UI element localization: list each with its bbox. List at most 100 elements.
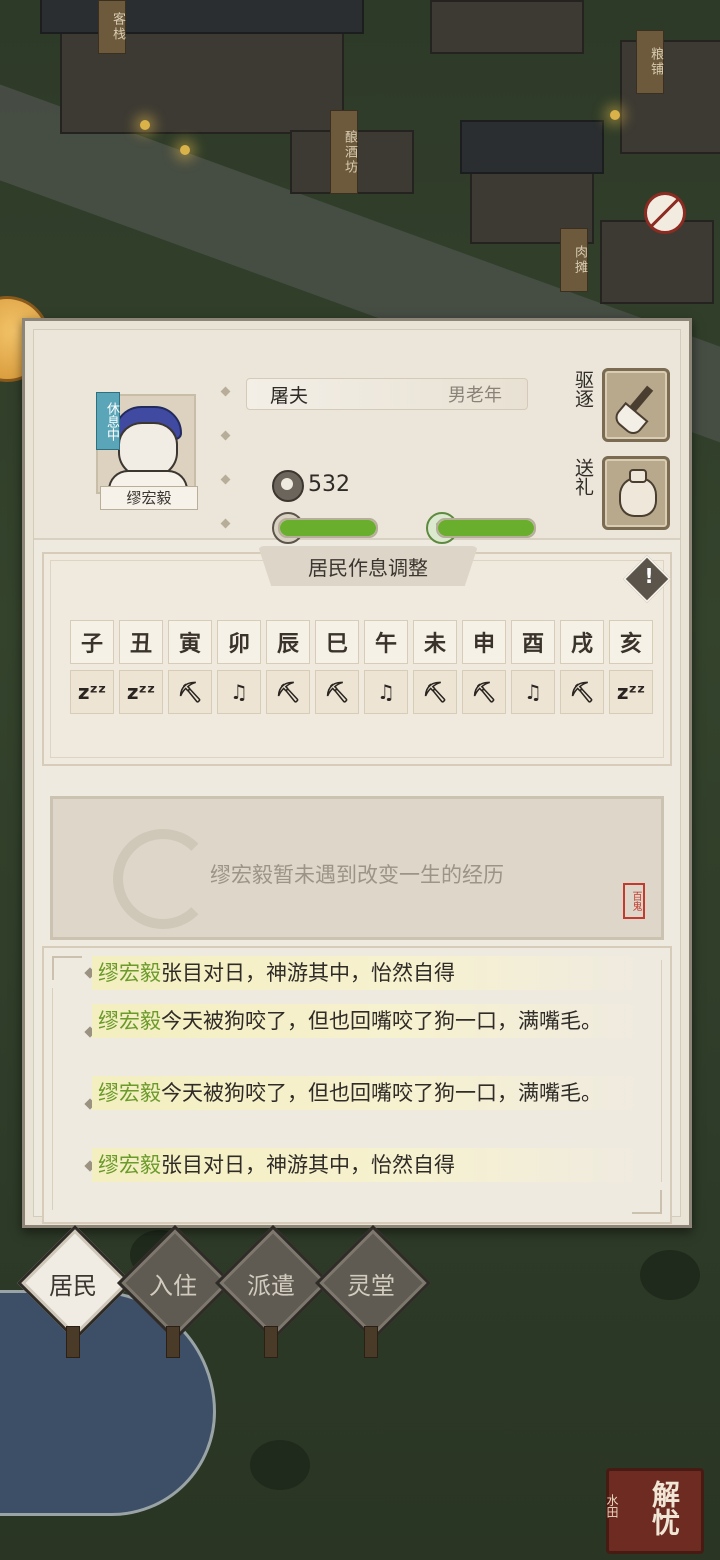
work-icon: ⛏ xyxy=(569,680,595,704)
activity-cell[interactable]: ♫ xyxy=(217,670,261,714)
hour-cell: 丑 xyxy=(119,620,163,664)
leisure-icon: ♫ xyxy=(524,680,542,704)
resident-panel: 休息中 缪宏毅 屠夫 男老年 532 ♥ ❦ 驱逐 送 xyxy=(22,318,692,1228)
hour-cell: 亥 xyxy=(609,620,653,664)
work-icon: ⛏ xyxy=(177,680,203,704)
map-tree xyxy=(250,1440,310,1490)
activity-cell[interactable]: ⛏ xyxy=(266,670,310,714)
row-bullet xyxy=(220,474,231,485)
log-entry: 缪宏毅张目对日，神游其中，怡然自得 xyxy=(92,956,644,990)
panel-inner: 休息中 缪宏毅 屠夫 男老年 532 ♥ ❦ 驱逐 送 xyxy=(33,329,681,1224)
work-icon: ⛏ xyxy=(422,680,448,704)
hour-cell: 酉 xyxy=(511,620,555,664)
hour-cell: 辰 xyxy=(266,620,310,664)
log-entry-name: 缪宏毅 xyxy=(98,1153,161,1177)
map-lantern xyxy=(140,120,150,130)
schedule-title: 居民作息调整 xyxy=(308,556,428,580)
hour-cell: 子 xyxy=(70,620,114,664)
tab-residents-label: 居民 xyxy=(49,1272,97,1300)
log-entry: 缪宏毅今天被狗咬了，但也回嘴咬了狗一口，满嘴毛。 xyxy=(92,1076,644,1110)
hour-label: 未 xyxy=(423,632,446,657)
gift-sack-icon xyxy=(619,477,657,517)
sleep-icon: zᶻᶻ xyxy=(77,680,107,704)
shop-sign-winery[interactable]: 酿酒坊 xyxy=(330,110,358,194)
work-icon: ⛏ xyxy=(471,680,497,704)
log-entry-text: 张目对日，神游其中，怡然自得 xyxy=(161,1153,455,1177)
seal-stamp: 百鬼 xyxy=(623,883,645,919)
hour-cell: 申 xyxy=(462,620,506,664)
no-medicine-icon[interactable] xyxy=(644,192,686,234)
event-log[interactable]: 缪宏毅张目对日，神游其中，怡然自得 缪宏毅今天被狗咬了，但也回嘴咬了狗一口，满嘴… xyxy=(42,946,672,1224)
health-bar-fill xyxy=(280,520,376,536)
corner-decoration xyxy=(52,956,82,980)
activity-cell[interactable]: ⛏ xyxy=(413,670,457,714)
resident-job: 屠夫 xyxy=(270,385,309,407)
hour-cell: 戌 xyxy=(560,620,604,664)
life-story-box: 缪宏毅暂未遇到改变一生的经历 百鬼 xyxy=(50,796,664,940)
tab-tail xyxy=(166,1326,180,1358)
hour-cell: 卯 xyxy=(217,620,261,664)
tab-tail xyxy=(364,1326,378,1358)
hour-label: 戌 xyxy=(570,632,593,657)
schedule-title-plate: 居民作息调整 xyxy=(258,546,478,586)
money-icon xyxy=(272,470,304,502)
activity-cell[interactable]: ⛏ xyxy=(560,670,604,714)
map-lantern xyxy=(180,145,190,155)
hour-cell: 未 xyxy=(413,620,457,664)
relieve-worry-label: 解忧 xyxy=(648,1480,681,1536)
resident-name: 缪宏毅 xyxy=(100,486,198,510)
expel-button[interactable] xyxy=(602,368,670,442)
warning-mark: ! xyxy=(644,564,654,588)
schedule-section: 居民作息调整 ! 子丑寅卯辰巳午未申酉戌亥 zᶻᶻ zᶻᶻ ⛏ ♫ ⛏ ⛏ ♫ ⛏ ⛏ ♫ ⛏ zᶻᶻ xyxy=(42,546,672,766)
resident-age-group: 男老年 xyxy=(448,385,502,406)
activity-cell[interactable]: ♫ xyxy=(511,670,555,714)
expel-label: 驱逐 xyxy=(572,370,594,408)
mood-bar xyxy=(436,518,536,538)
hour-label: 辰 xyxy=(276,632,299,657)
activity-cell[interactable]: zᶻᶻ xyxy=(70,670,114,714)
activity-row: zᶻᶻ zᶻᶻ ⛏ ♫ ⛏ ⛏ ♫ ⛏ ⛏ ♫ ⛏ zᶻᶻ xyxy=(70,670,653,714)
gift-button[interactable] xyxy=(602,456,670,530)
hour-label: 申 xyxy=(472,632,495,657)
hour-row: 子丑寅 卯 辰 巳午未 申 酉 戌亥 xyxy=(70,620,653,664)
sleep-icon: zᶻᶻ xyxy=(616,680,646,704)
log-entry-text: 今天被狗咬了，但也回嘴咬了狗一口，满嘴毛。 xyxy=(161,1081,602,1105)
hour-label: 卯 xyxy=(227,632,250,657)
row-bullet xyxy=(220,430,231,441)
paddy-field-label: 水田 xyxy=(605,1494,619,1518)
mood-bar-fill xyxy=(438,520,534,536)
health-bar xyxy=(278,518,378,538)
tab-tail xyxy=(66,1326,80,1358)
activity-cell[interactable]: zᶻᶻ xyxy=(609,670,653,714)
hour-label: 巳 xyxy=(325,632,348,657)
log-entry-text: 张目对日，神游其中，怡然自得 xyxy=(161,961,455,985)
leisure-icon: ♫ xyxy=(377,680,395,704)
log-entry-name: 缪宏毅 xyxy=(98,1009,161,1033)
activity-cell[interactable]: ⛏ xyxy=(462,670,506,714)
activity-cell[interactable]: ⛏ xyxy=(168,670,212,714)
broom-head-icon xyxy=(611,401,649,439)
sack-knot-icon xyxy=(629,469,647,483)
log-entry: 缪宏毅今天被狗咬了，但也回嘴咬了狗一口，满嘴毛。 xyxy=(92,1004,644,1038)
log-entry-text: 今天被狗咬了，但也回嘴咬了狗一口，满嘴毛。 xyxy=(161,1009,602,1033)
hour-label: 酉 xyxy=(521,632,544,657)
map-building xyxy=(620,40,720,154)
activity-cell[interactable]: ♫ xyxy=(364,670,408,714)
work-icon: ⛏ xyxy=(324,680,350,704)
hour-label: 寅 xyxy=(178,632,201,657)
tab-memorial-hall-label: 灵堂 xyxy=(347,1272,395,1300)
shop-sign-inn[interactable]: 客栈 xyxy=(98,0,126,54)
shop-sign-meat[interactable]: 肉摊 xyxy=(560,228,588,292)
shop-sign-grain[interactable]: 粮铺 xyxy=(636,30,664,94)
status-badge: 休息中 xyxy=(96,392,120,450)
activity-cell[interactable]: ⛏ xyxy=(315,670,359,714)
resident-profile: 休息中 缪宏毅 屠夫 男老年 532 ♥ ❦ 驱逐 送 xyxy=(34,330,680,544)
corner-decoration xyxy=(632,1190,662,1214)
activity-cell[interactable]: zᶻᶻ xyxy=(119,670,163,714)
map-lantern xyxy=(610,110,620,120)
hour-cell: 午 xyxy=(364,620,408,664)
tab-dispatch-label: 派遣 xyxy=(247,1272,295,1300)
life-story-text: 缪宏毅暂未遇到改变一生的经历 xyxy=(210,863,504,887)
log-entry-name: 缪宏毅 xyxy=(98,961,161,985)
map-roof xyxy=(40,0,364,34)
